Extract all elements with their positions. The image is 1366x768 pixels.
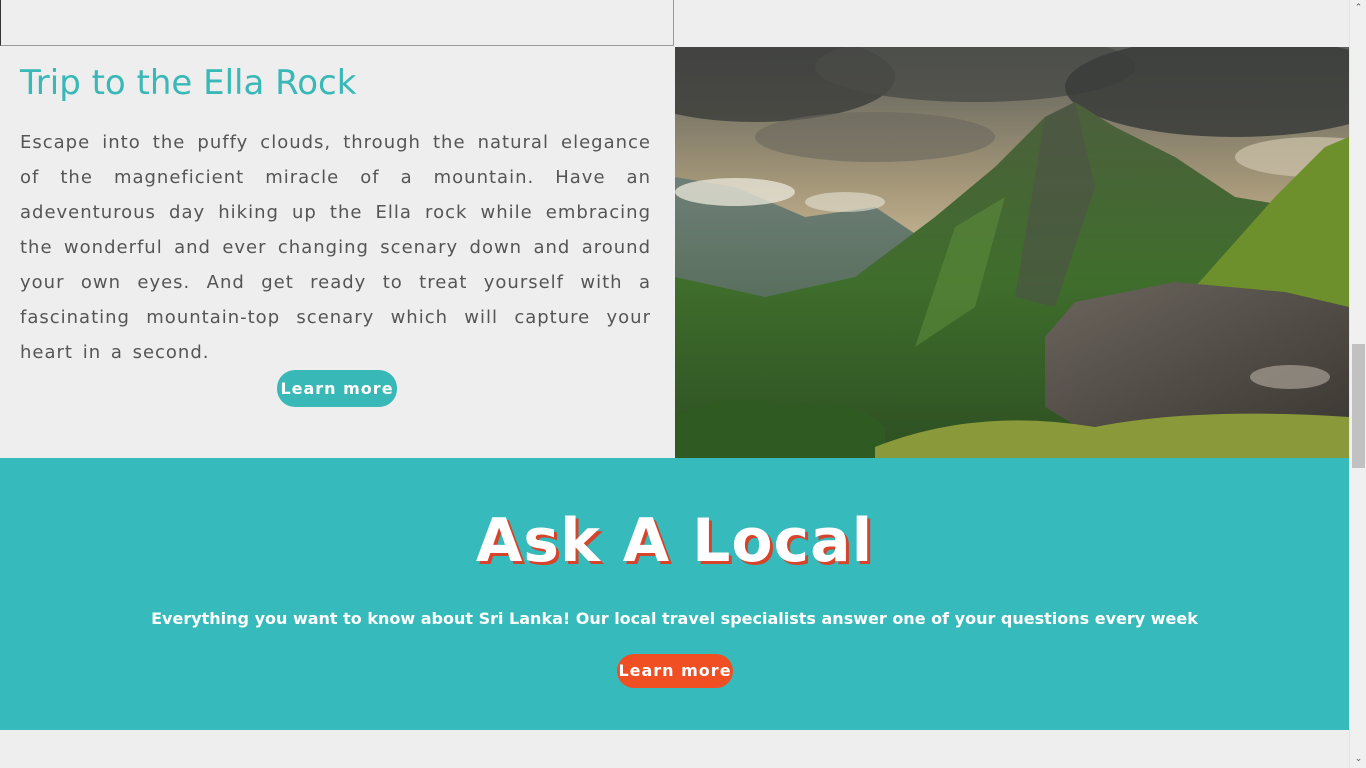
previous-section-strip xyxy=(0,0,1349,47)
vertical-scrollbar[interactable]: ⌃ ⌄ xyxy=(1349,0,1366,768)
trip-learn-more-button[interactable]: Learn more xyxy=(277,370,397,407)
page: Trip to the Ella Rock Escape into the pu… xyxy=(0,0,1366,768)
trip-text-panel: Trip to the Ella Rock Escape into the pu… xyxy=(0,47,675,458)
trip-description: Escape into the puffy clouds, through th… xyxy=(20,132,651,363)
chevron-up-icon[interactable]: ⌃ xyxy=(1350,0,1366,17)
previous-section-box xyxy=(0,0,674,46)
trip-title: Trip to the Ella Rock xyxy=(20,63,357,103)
ask-subtitle: Everything you want to know about Sri La… xyxy=(151,609,1198,628)
ask-a-local-section: Ask A Local Everything you want to know … xyxy=(0,458,1349,730)
ask-title: Ask A Local xyxy=(475,506,874,576)
next-section-strip xyxy=(0,730,1349,768)
trip-section: Trip to the Ella Rock Escape into the pu… xyxy=(0,47,1349,458)
chevron-down-icon[interactable]: ⌄ xyxy=(1350,751,1366,768)
mountain-photo xyxy=(675,47,1349,458)
trip-image xyxy=(675,47,1349,458)
ask-learn-more-button[interactable]: Learn more xyxy=(617,654,733,688)
scroll-thumb[interactable] xyxy=(1352,344,1365,468)
